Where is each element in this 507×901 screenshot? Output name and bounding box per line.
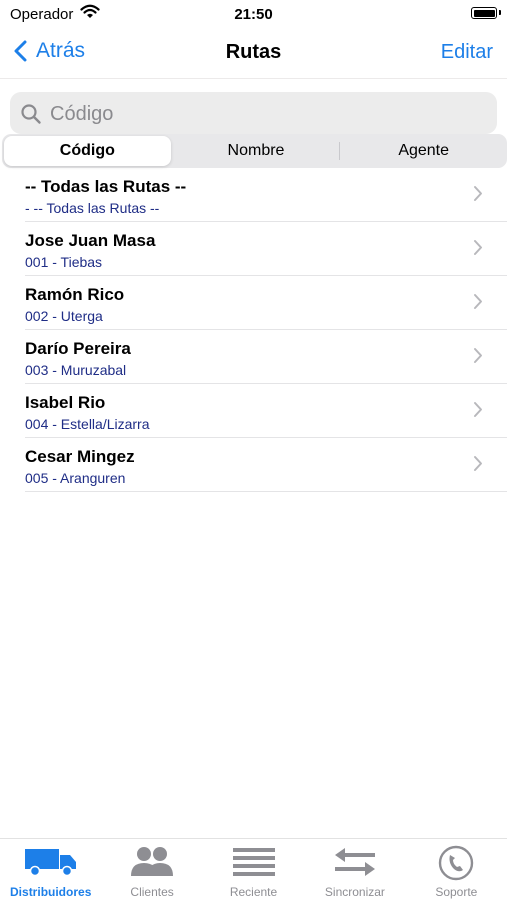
- list-item[interactable]: -- Todas las Rutas -- - -- Todas las Rut…: [25, 168, 507, 222]
- chevron-right-icon: [474, 294, 482, 309]
- people-icon: [131, 847, 174, 876]
- route-name: Isabel Rio: [25, 393, 106, 412]
- segment-codigo[interactable]: Código: [4, 136, 171, 166]
- route-name: -- Todas las Rutas --: [25, 177, 187, 196]
- tab-label: Sincronizar: [324, 885, 385, 899]
- tab-soporte[interactable]: Soporte: [406, 839, 507, 901]
- status-bar: Operador 21:50: [0, 0, 507, 28]
- tab-reciente[interactable]: Reciente: [203, 839, 304, 901]
- chevron-right-icon: [474, 456, 482, 471]
- truck-icon: [24, 849, 76, 877]
- sync-arrows-icon: [334, 848, 375, 876]
- list-item[interactable]: Isabel Rio 004 - Estella/Lizarra: [25, 384, 507, 438]
- segment-agente[interactable]: Agente: [340, 134, 507, 168]
- tab-label: Soporte: [435, 885, 478, 899]
- edit-button[interactable]: Editar: [441, 41, 493, 64]
- phone-icon: [439, 845, 474, 881]
- route-name: Darío Pereira: [25, 339, 131, 358]
- routes-list: -- Todas las Rutas -- - -- Todas las Rut…: [0, 168, 507, 492]
- tab-bar: Distribuidores Clientes Reciente Sincron…: [0, 838, 507, 901]
- chevron-right-icon: [474, 186, 482, 201]
- clock: 21:50: [234, 6, 273, 23]
- route-code: 004 - Estella/Lizarra: [25, 416, 150, 432]
- tab-label: Clientes: [130, 885, 174, 899]
- search-icon: [21, 104, 41, 124]
- navigation-bar: Atrás Rutas Editar: [0, 28, 507, 79]
- route-code: 001 - Tiebas: [25, 254, 103, 270]
- route-name: Ramón Rico: [25, 285, 125, 304]
- route-code: - -- Todas las Rutas --: [25, 200, 160, 216]
- tab-clientes[interactable]: Clientes: [101, 839, 202, 901]
- tab-distribuidores[interactable]: Distribuidores: [0, 839, 101, 901]
- page-title: Rutas: [225, 41, 282, 63]
- battery-icon: [471, 7, 497, 19]
- chevron-right-icon: [474, 402, 482, 417]
- route-code: 003 - Muruzabal: [25, 362, 127, 378]
- list-item[interactable]: Cesar Mingez 005 - Aranguren: [25, 438, 507, 492]
- scope-segmented-control: Código Nombre Agente: [2, 134, 507, 168]
- tab-label: Distribuidores: [10, 885, 92, 899]
- list-lines-icon: [232, 848, 275, 876]
- battery-cap: [499, 10, 501, 15]
- chevron-right-icon: [474, 240, 482, 255]
- route-name: Cesar Mingez: [25, 447, 135, 466]
- list-item[interactable]: Jose Juan Masa 001 - Tiebas: [25, 222, 507, 276]
- route-code: 005 - Aranguren: [25, 470, 126, 486]
- segment-nombre[interactable]: Nombre: [173, 134, 340, 168]
- list-item[interactable]: Ramón Rico 002 - Uterga: [25, 276, 507, 330]
- list-item[interactable]: Darío Pereira 003 - Muruzabal: [25, 330, 507, 384]
- tab-label: Reciente: [229, 885, 278, 899]
- route-name: Jose Juan Masa: [25, 231, 156, 250]
- search-bar[interactable]: [10, 92, 497, 134]
- search-input[interactable]: [48, 98, 482, 130]
- route-code: 002 - Uterga: [25, 308, 103, 324]
- tab-sincronizar[interactable]: Sincronizar: [304, 839, 405, 901]
- chevron-right-icon: [474, 348, 482, 363]
